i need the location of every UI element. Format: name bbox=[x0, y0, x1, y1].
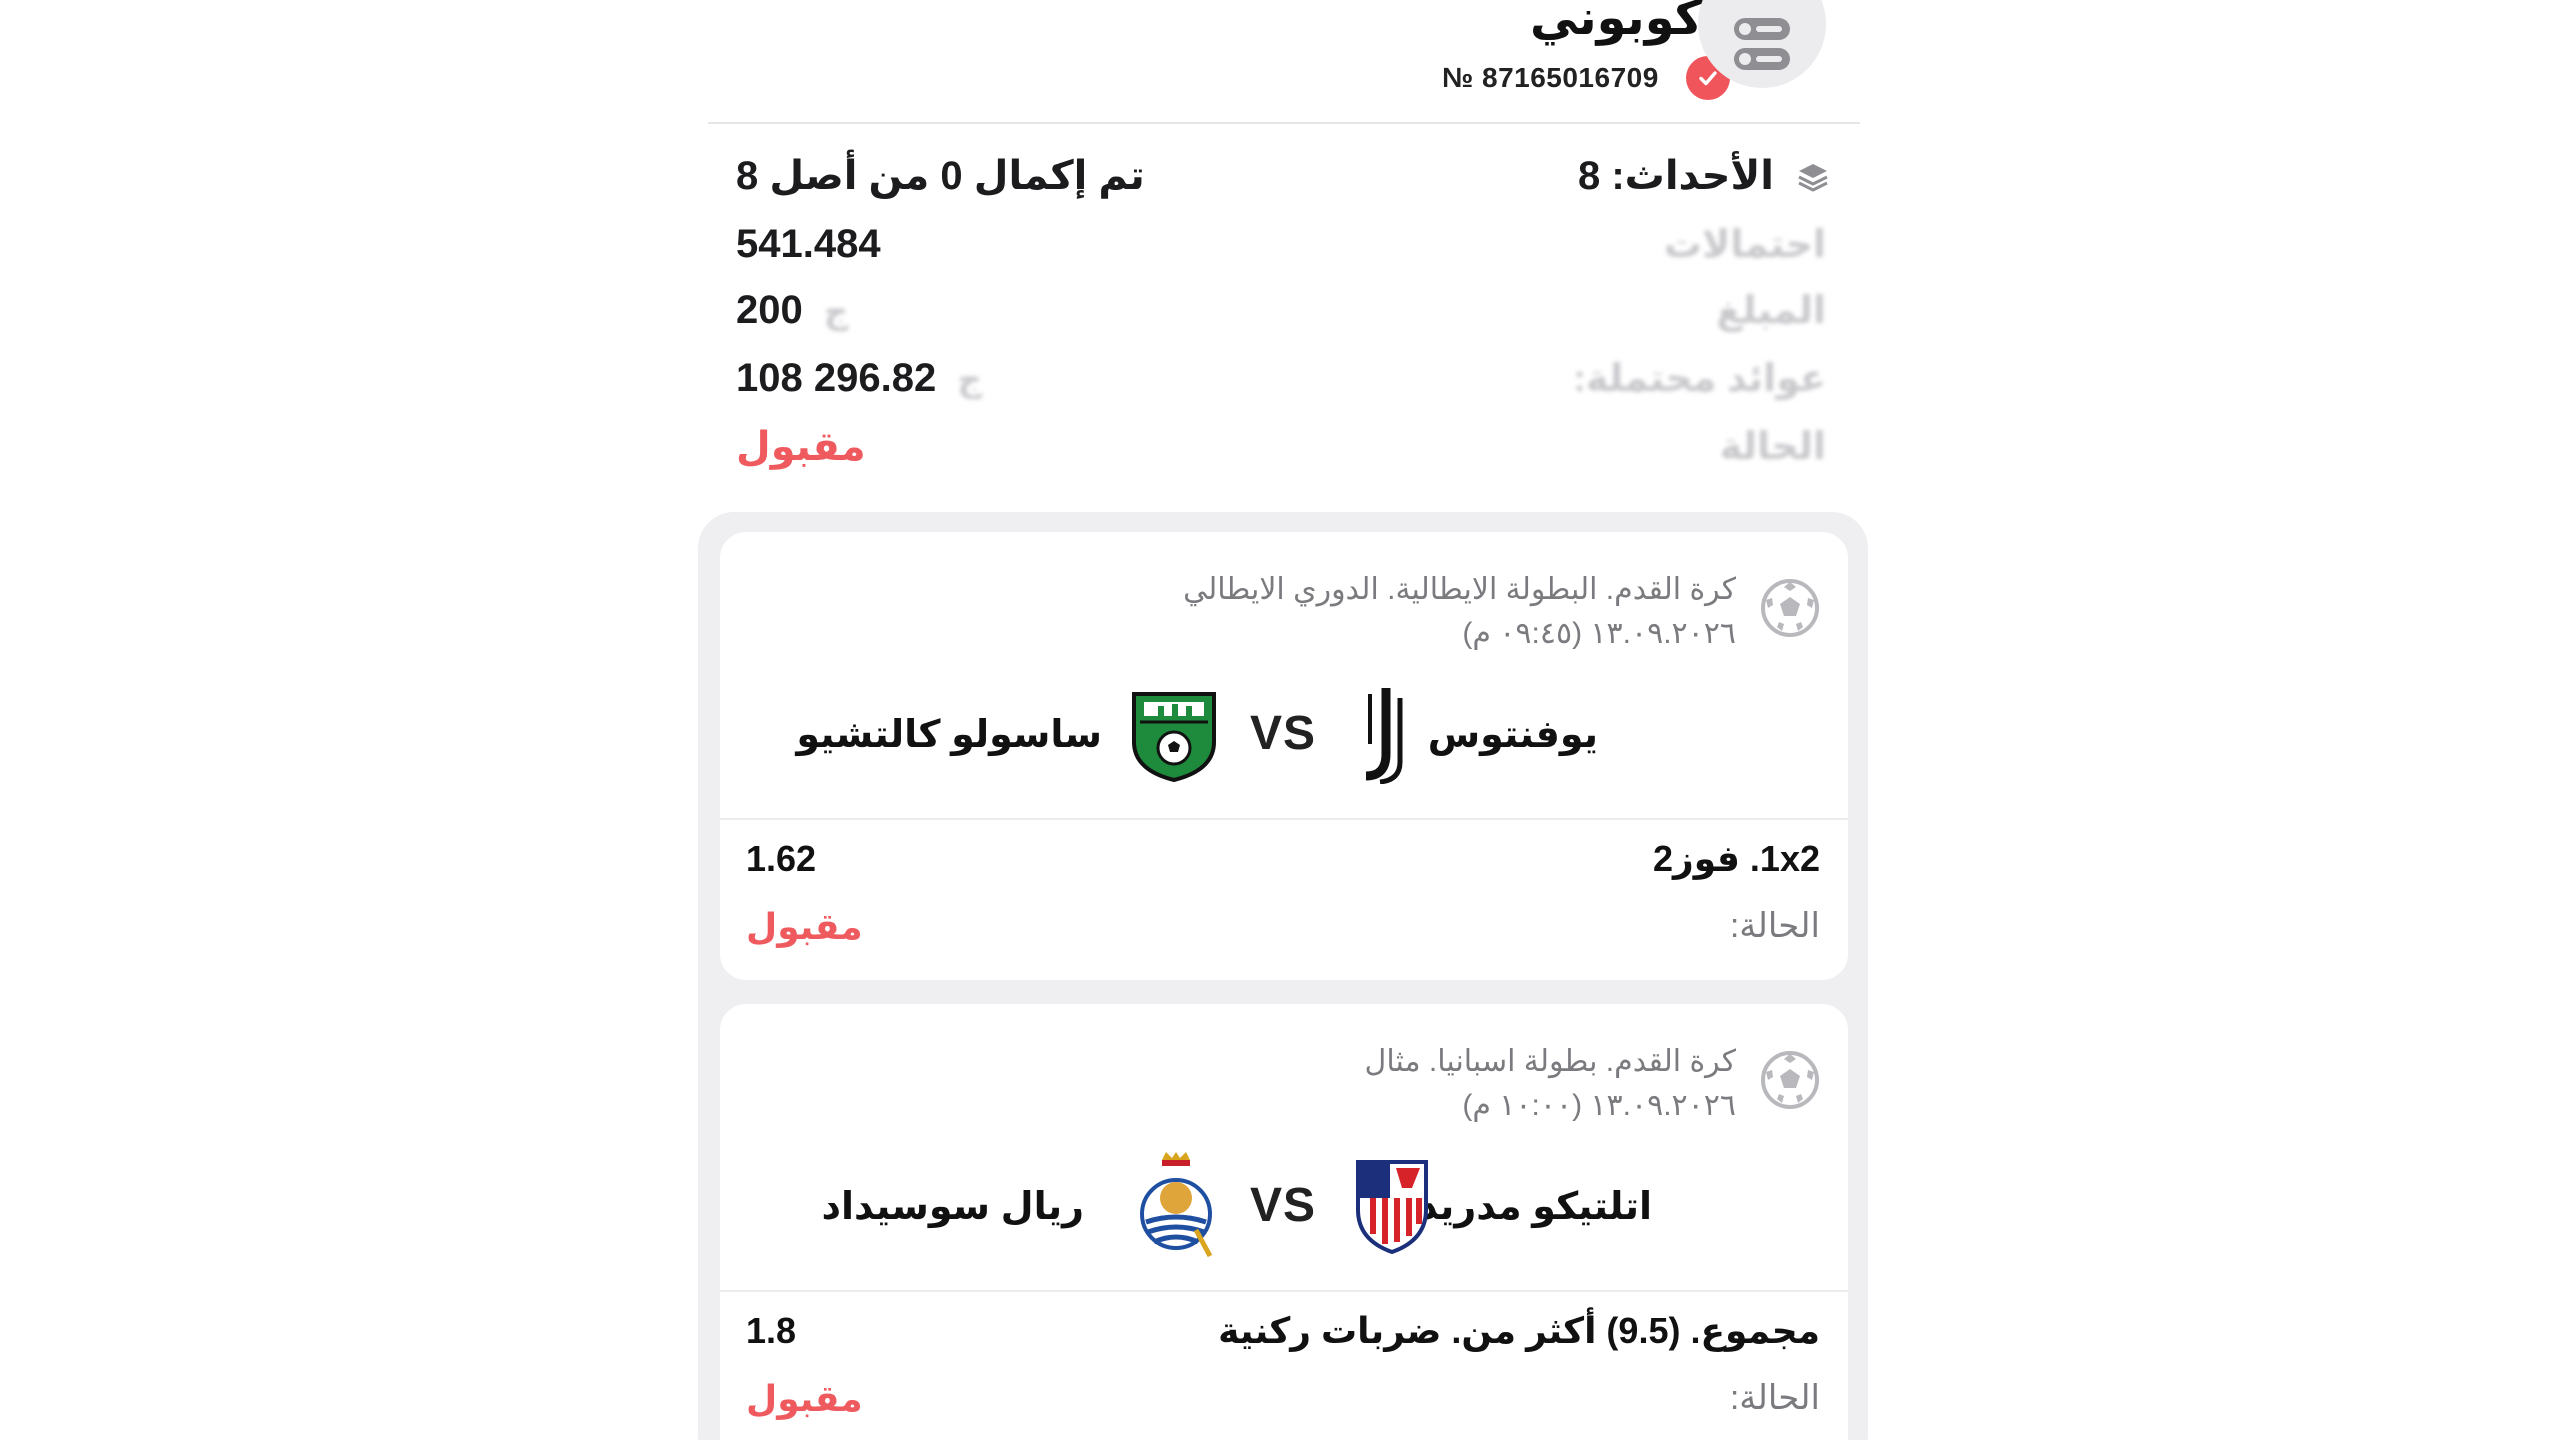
layers-icon bbox=[1798, 164, 1828, 192]
stake-amount: 200 bbox=[736, 288, 803, 332]
page-title: كوبوني bbox=[1530, 0, 1703, 45]
event-status-badge: مقبول bbox=[746, 1378, 863, 1419]
header-divider bbox=[708, 122, 1860, 124]
event-status-label: الحالة: bbox=[1729, 907, 1820, 945]
event-status-badge: مقبول bbox=[746, 906, 863, 947]
away-team-name: ساسولو كالتشيو bbox=[796, 714, 1102, 756]
football-icon bbox=[1761, 1051, 1819, 1109]
payout-label: عوائد محتملة: bbox=[1573, 358, 1826, 400]
league-name: كرة القدم. البطولة الايطالية. الدوري الا… bbox=[1183, 573, 1736, 606]
football-icon bbox=[1761, 579, 1819, 637]
event-date: ١٣.٠٩.٢٠٢٦ (٠٩:٤٥ م) bbox=[1462, 617, 1736, 650]
stake-value: 200 ج bbox=[736, 288, 848, 333]
away-team-name: ريال سوسيداد bbox=[821, 1186, 1085, 1228]
payout-value: 108 296.82 ج bbox=[736, 356, 982, 401]
event-card[interactable]: كرة القدم. البطولة الايطالية. الدوري الا… bbox=[720, 532, 1848, 980]
juventus-logo-icon bbox=[1365, 688, 1403, 784]
events-count: الأحداث: 8 bbox=[1577, 154, 1774, 198]
odds-label: احتمالات bbox=[1663, 224, 1826, 266]
coupon-details-screen: كوبوني № 87165016709 الأحداث: 8 تم إكمال… bbox=[0, 0, 2560, 1440]
coupon-number: № 87165016709 bbox=[1442, 62, 1659, 93]
event-status-label: الحالة: bbox=[1729, 1379, 1820, 1417]
status-badge: مقبول bbox=[736, 425, 866, 469]
odds-value: 541.484 bbox=[736, 222, 881, 266]
event-card[interactable]: كرة القدم. بطولة اسبانيا. مثال ١٣.٠٩.٢٠٢… bbox=[720, 1004, 1848, 1440]
status-label: الحالة bbox=[1719, 426, 1826, 468]
currency-symbol: ج bbox=[823, 293, 849, 331]
stake-label: المبلغ bbox=[1716, 290, 1826, 332]
market-name: مجموع. (9.5) أكثر من. ضربات ركنية bbox=[1218, 1310, 1820, 1351]
home-team-name: اتلتيكو مدريد bbox=[1418, 1186, 1652, 1228]
market-name: 1x2. فوز2 bbox=[1653, 838, 1820, 879]
currency-symbol: ج bbox=[957, 361, 982, 399]
payout-amount: 108 296.82 bbox=[736, 356, 937, 400]
league-name: كرة القدم. بطولة اسبانيا. مثال bbox=[1364, 1045, 1736, 1078]
home-team-name: يوفنتوس bbox=[1427, 714, 1598, 756]
event-odds: 1.8 bbox=[746, 1310, 797, 1351]
sassuolo-logo-icon bbox=[1132, 692, 1216, 782]
card-divider bbox=[720, 1290, 1848, 1292]
atletico-madrid-logo-icon bbox=[1356, 1160, 1428, 1254]
event-odds: 1.62 bbox=[746, 838, 817, 879]
progress-text: تم إكمال 0 من أصل 8 bbox=[736, 154, 1145, 198]
vs-label: VS bbox=[1250, 1179, 1317, 1232]
event-date: ١٣.٠٩.٢٠٢٦ (١٠:٠٠ م) bbox=[1462, 1089, 1736, 1122]
real-sociedad-logo-icon bbox=[1140, 1152, 1213, 1258]
vs-label: VS bbox=[1250, 707, 1317, 760]
card-divider bbox=[720, 818, 1848, 820]
